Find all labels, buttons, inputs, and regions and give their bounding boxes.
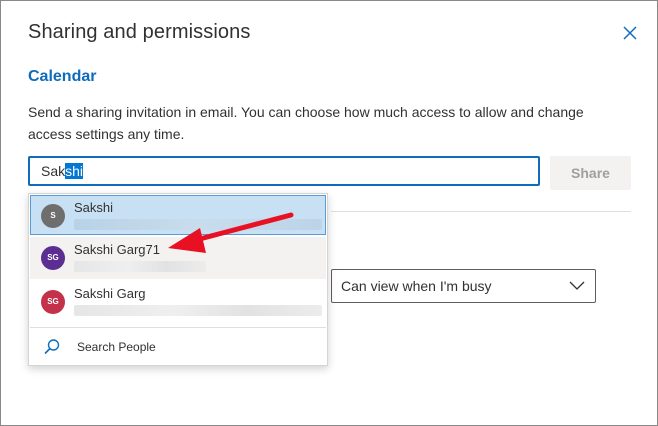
avatar: S	[41, 204, 65, 228]
share-button[interactable]: Share	[550, 156, 631, 190]
suggestion-name: Sakshi Garg71	[74, 242, 160, 257]
redacted-email	[74, 261, 206, 272]
divider	[331, 211, 631, 212]
permission-value: Can view when I'm busy	[341, 278, 492, 294]
dialog-title: Sharing and permissions	[28, 21, 251, 43]
search-selected-text: shi	[65, 163, 84, 179]
search-people-button[interactable]: Search People	[30, 330, 326, 364]
people-suggestions: S Sakshi SG Sakshi Garg71 SG Sakshi Garg…	[28, 193, 328, 366]
suggestion-item-sakshi-garg71[interactable]: SG Sakshi Garg71	[30, 237, 326, 279]
avatar: SG	[41, 290, 65, 314]
close-icon[interactable]	[620, 23, 640, 43]
close-button[interactable]	[620, 23, 640, 43]
suggestion-name: Sakshi Garg	[74, 286, 146, 301]
redacted-email	[74, 305, 322, 316]
search-typed-text: Sak	[41, 163, 66, 179]
suggestion-item-sakshi-garg[interactable]: SG Sakshi Garg	[30, 281, 326, 323]
avatar: SG	[41, 246, 65, 270]
permission-dropdown[interactable]: Can view when I'm busy	[331, 269, 596, 303]
calendar-heading: Calendar	[28, 68, 97, 85]
suggestion-name: Sakshi	[74, 200, 114, 215]
chevron-down-icon	[569, 281, 585, 290]
search-people-label: Search People	[77, 340, 156, 354]
divider	[30, 327, 326, 328]
search-icon	[44, 339, 60, 355]
people-search-input[interactable]: Sakshi	[28, 156, 540, 186]
redacted-email	[74, 219, 322, 230]
suggestion-item-sakshi[interactable]: S Sakshi	[30, 195, 326, 235]
sharing-description: Send a sharing invitation in email. You …	[28, 104, 584, 142]
sharing-dialog: Sharing and permissions Calendar Send a …	[0, 0, 658, 426]
